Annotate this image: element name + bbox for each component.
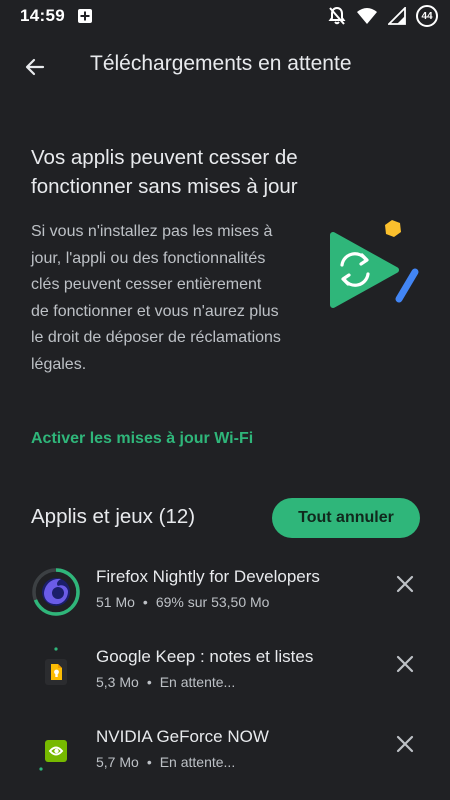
status-left: 14:59: [20, 6, 93, 26]
meta-separator: •: [142, 594, 148, 610]
remove-button[interactable]: [390, 569, 420, 599]
close-icon: [396, 735, 414, 753]
app-status: En attente...: [159, 674, 236, 690]
cancel-all-button[interactable]: Tout annuler: [272, 498, 420, 538]
enable-wifi-updates-link[interactable]: Activer les mises à jour Wi-Fi: [31, 430, 253, 448]
meta-separator: •: [146, 754, 152, 770]
page-title: Téléchargements en attente: [90, 52, 352, 75]
app-status: En attente...: [159, 754, 236, 770]
app-size: 5,7 Mo: [96, 754, 139, 770]
status-right: 44: [328, 5, 438, 27]
close-icon: [396, 575, 414, 593]
update-illustration-icon: [330, 220, 419, 308]
app-status: 69% sur 53,50 Mo: [155, 594, 270, 610]
cancel-all-label: Tout annuler: [298, 509, 394, 526]
app-icon-container: [31, 727, 81, 777]
app-row-firefox-nightly[interactable]: Firefox Nightly for Developers 51 Mo • 6…: [0, 567, 450, 639]
app-name: Firefox Nightly for Developers: [96, 567, 320, 586]
app-meta: 51 Mo • 69% sur 53,50 Mo: [96, 594, 269, 610]
signal-icon: [388, 7, 406, 25]
apps-section-title: Applis et jeux (12): [31, 505, 196, 528]
app-meta: 5,7 Mo • En attente...: [96, 754, 235, 770]
remove-button[interactable]: [390, 729, 420, 759]
close-icon: [396, 655, 414, 673]
status-bar: 14:59 44: [0, 0, 450, 32]
app-icon-container: [31, 647, 81, 697]
app-row-nvidia-geforce-now[interactable]: NVIDIA GeForce NOW 5,7 Mo • En attente..…: [0, 727, 450, 799]
firefox-nightly-icon: [32, 568, 80, 616]
app-row-google-keep[interactable]: Google Keep : notes et listes 5,3 Mo • E…: [0, 647, 450, 719]
app-name: Google Keep : notes et listes: [96, 647, 314, 666]
app-bar: Téléchargements en attente: [0, 40, 450, 92]
meta-separator: •: [146, 674, 152, 690]
app-size: 51 Mo: [96, 594, 135, 610]
battery-level: 44: [421, 10, 433, 22]
add-box-icon: [77, 9, 92, 23]
google-keep-icon: [45, 647, 67, 685]
app-name: NVIDIA GeForce NOW: [96, 727, 269, 746]
notice-body: Si vous n'installez pas les mises à jour…: [31, 223, 281, 373]
back-button[interactable]: [20, 52, 50, 82]
app-icon-container: [31, 567, 81, 617]
wifi-icon: [357, 8, 377, 24]
notice-title: Vos applis peuvent cesser de fonctionner…: [31, 146, 298, 198]
remove-button[interactable]: [390, 649, 420, 679]
status-time: 14:59: [20, 6, 65, 25]
app-meta: 5,3 Mo • En attente...: [96, 674, 235, 690]
nvidia-icon: [39, 740, 67, 771]
battery-icon: 44: [416, 5, 438, 27]
app-size: 5,3 Mo: [96, 674, 139, 690]
notifications-off-icon: [328, 6, 346, 25]
arrow-back-icon: [25, 58, 45, 76]
